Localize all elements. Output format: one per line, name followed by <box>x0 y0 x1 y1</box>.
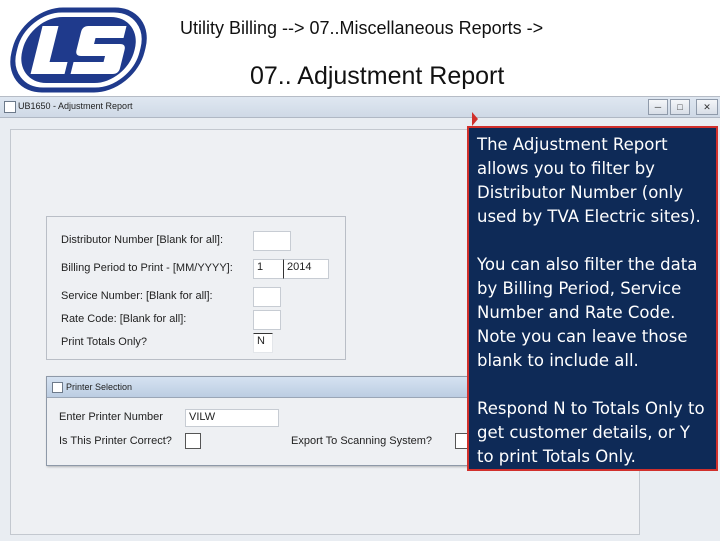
callout-paragraph-3: Respond N to Totals Only to get customer… <box>477 399 705 466</box>
slide-title: 07.. Adjustment Report <box>250 62 505 90</box>
window-title: UB1650 - Adjustment Report <box>18 101 133 111</box>
callout-paragraph-2: You can also filter the data by Billing … <box>477 255 698 370</box>
explanation-callout: The Adjustment Report allows you to filt… <box>467 126 718 471</box>
printer-correct-checkbox[interactable] <box>185 433 201 449</box>
rate-code-label: Rate Code: [Blank for all]: <box>61 313 187 325</box>
printer-dialog-icon <box>52 382 63 393</box>
close-button[interactable]: ✕ <box>696 99 718 115</box>
billing-period-label: Billing Period to Print - [MM/YYYY]: <box>61 262 233 274</box>
billing-year-field[interactable]: 2014 <box>283 259 329 279</box>
service-number-label: Service Number: [Blank for all]: <box>61 290 213 302</box>
window-app-icon <box>4 101 16 113</box>
print-totals-label: Print Totals Only? <box>61 336 148 348</box>
minimize-button[interactable]: ─ <box>648 99 668 115</box>
printer-selection-dialog: Printer Selection Enter Printer Number V… <box>46 376 472 466</box>
printer-dialog-titlebar: Printer Selection <box>47 377 471 398</box>
maximize-button[interactable]: □ <box>670 99 690 115</box>
rate-code-field[interactable] <box>253 310 281 330</box>
printer-correct-label: Is This Printer Correct? <box>59 435 172 447</box>
printer-dialog-title: Printer Selection <box>66 382 133 392</box>
print-totals-field[interactable]: N <box>253 333 273 353</box>
printer-number-field[interactable]: VILW <box>185 409 279 427</box>
breadcrumb: Utility Billing --> 07..Miscellaneous Re… <box>180 18 544 38</box>
filter-panel: Distributor Number [Blank for all]: Bill… <box>46 216 346 360</box>
distributor-field[interactable] <box>253 231 291 251</box>
billing-month-field[interactable]: 1 <box>253 259 285 279</box>
distributor-label: Distributor Number [Blank for all]: <box>61 234 223 246</box>
service-number-field[interactable] <box>253 287 281 307</box>
callout-paragraph-1: The Adjustment Report allows you to filt… <box>477 135 701 226</box>
export-scanning-label: Export To Scanning System? <box>291 435 433 447</box>
ls-logo-icon <box>10 7 147 93</box>
window-titlebar: UB1650 - Adjustment Report ─ □ ✕ <box>0 97 720 118</box>
enter-printer-label: Enter Printer Number <box>59 411 163 423</box>
